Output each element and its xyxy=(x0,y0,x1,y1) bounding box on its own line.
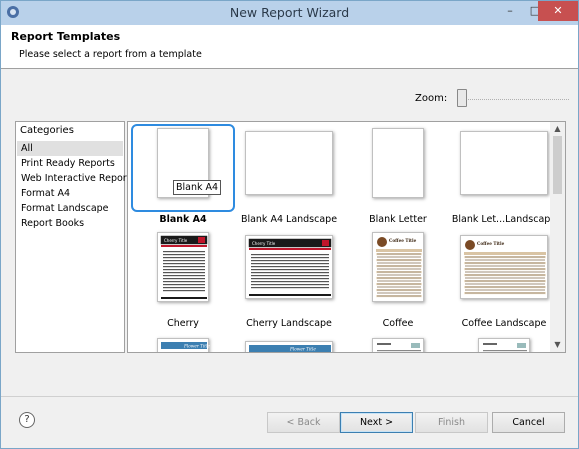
svg-text:Flower Title: Flower Title xyxy=(183,344,210,349)
template-thumbnail xyxy=(478,338,530,352)
template-thumbnail: Cherry Title xyxy=(245,235,333,299)
wizard-header: Report Templates Please select a report … xyxy=(1,25,578,69)
categories-list: Categories All Print Ready Reports Web Int… xyxy=(15,121,135,353)
title-bar[interactable]: New Report Wizard – □ ✕ xyxy=(1,1,578,25)
template-thumbnail: Flower Title xyxy=(157,338,210,352)
svg-text:Cherry Title: Cherry Title xyxy=(164,238,188,243)
category-item[interactable]: Format Landscape xyxy=(17,201,123,216)
page-title: Report Templates xyxy=(11,30,121,43)
scrollbar-thumb[interactable] xyxy=(553,136,562,194)
template-thumbnail xyxy=(245,131,333,195)
template-thumbnail: Flower Title xyxy=(245,341,333,352)
category-item[interactable]: Web Interactive Reports xyxy=(17,171,135,186)
template-item[interactable]: Cherry Title Cherry Landscape xyxy=(231,228,347,332)
svg-text:Coffee Title: Coffee Title xyxy=(477,241,505,246)
template-selection-highlight xyxy=(131,124,235,212)
template-item[interactable]: Flower Title xyxy=(231,334,347,352)
template-label: Coffee Landscape xyxy=(461,318,547,329)
page-description: Please select a report from a template xyxy=(19,49,202,60)
template-item[interactable] xyxy=(446,334,562,352)
templates-gallery: Blank A4 Blank A4 Blank A4 Landscape Blank … xyxy=(127,121,566,353)
template-thumbnail xyxy=(372,338,424,352)
template-thumbnail xyxy=(372,128,424,198)
template-item[interactable]: Blank Letter xyxy=(346,124,450,228)
category-item[interactable]: All xyxy=(17,141,123,156)
template-item[interactable]: Blank A4 Landscape xyxy=(231,124,347,228)
category-item[interactable]: Print Ready Reports xyxy=(17,156,123,171)
close-button[interactable]: ✕ xyxy=(538,1,578,21)
finish-button[interactable]: Finish xyxy=(415,412,488,433)
categories-items: All Print Ready Reports Web Interactive Re… xyxy=(17,141,135,231)
template-label: Cherry xyxy=(167,318,199,329)
template-item[interactable] xyxy=(346,334,450,352)
template-label: Blank A4 xyxy=(159,214,207,225)
template-label: Coffee xyxy=(382,318,414,329)
svg-text:Flower Title: Flower Title xyxy=(289,347,316,352)
template-label: Blank Let...Landscape xyxy=(451,214,557,225)
category-item[interactable]: Report Books xyxy=(17,216,123,231)
template-thumbnail xyxy=(460,131,548,195)
categories-header: Categories xyxy=(20,125,74,136)
template-item[interactable]: Cherry Title Cherry xyxy=(131,228,235,332)
next-button[interactable]: Next > xyxy=(340,412,413,433)
template-tooltip: Blank A4 xyxy=(173,180,222,195)
category-item[interactable]: Format A4 xyxy=(17,186,123,201)
template-item[interactable]: Blank A4 Blank A4 xyxy=(131,124,235,228)
wizard-window: New Report Wizard – □ ✕ Report Templates… xyxy=(0,0,579,449)
template-label: Cherry Landscape xyxy=(246,318,332,329)
template-item[interactable]: Flower Title xyxy=(131,334,235,352)
scroll-down-arrow-icon[interactable]: ▼ xyxy=(550,338,565,352)
zoom-slider-track[interactable] xyxy=(459,99,569,101)
scroll-up-arrow-icon[interactable]: ▲ xyxy=(550,122,565,136)
zoom-slider-thumb[interactable] xyxy=(457,89,467,107)
window-title: New Report Wizard xyxy=(229,5,350,20)
templates-scrollbar[interactable]: ▲ ▼ xyxy=(550,122,565,352)
cancel-button[interactable]: Cancel xyxy=(492,412,565,433)
help-icon[interactable]: ? xyxy=(19,412,35,428)
template-item[interactable]: Blank Let...Landscape xyxy=(446,124,562,228)
back-button[interactable]: < Back xyxy=(267,412,340,433)
svg-text:Coffee Title: Coffee Title xyxy=(389,238,417,243)
template-label: Blank Letter xyxy=(369,214,427,225)
svg-text:Cherry Title: Cherry Title xyxy=(252,241,276,246)
template-item[interactable]: Coffee Title Coffee Landscape xyxy=(446,228,562,332)
template-thumbnail: Coffee Title xyxy=(460,235,548,299)
minimize-button[interactable]: – xyxy=(497,1,523,21)
template-label: Blank A4 Landscape xyxy=(240,214,338,225)
zoom-label: Zoom: xyxy=(415,93,448,104)
template-thumbnail: Coffee Title xyxy=(372,232,424,302)
template-thumbnail: Cherry Title xyxy=(157,232,209,302)
button-bar-separator xyxy=(1,396,578,397)
template-item[interactable]: Coffee Title Coffee xyxy=(346,228,450,332)
